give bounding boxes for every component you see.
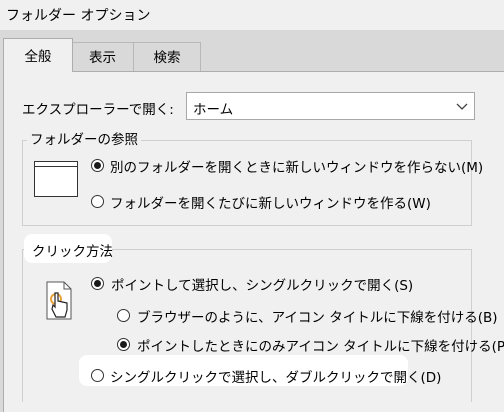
explorer-open-select[interactable]: ホーム bbox=[186, 92, 475, 120]
option-underline-hover-label: ポイントしたときにのみアイコン タイトルに下線を付ける(P) bbox=[137, 339, 504, 355]
radio-single-click[interactable] bbox=[91, 277, 104, 290]
tab-search[interactable]: 検索 bbox=[133, 42, 201, 71]
window-preview-icon bbox=[34, 161, 78, 197]
option-double-click-label: シングルクリックで選択し、ダブルクリックで開く(D) bbox=[110, 370, 442, 386]
radio-new-window[interactable] bbox=[91, 195, 104, 208]
radio-double-click[interactable] bbox=[91, 369, 104, 382]
browse-folders-group bbox=[22, 140, 472, 226]
window-title: フォルダー オプション bbox=[6, 8, 151, 24]
option-underline-always-label: ブラウザーのように、アイコン タイトルに下線を付ける(B) bbox=[137, 310, 498, 326]
tab-view[interactable]: 表示 bbox=[70, 42, 135, 71]
click-method-title: クリック方法 bbox=[32, 244, 113, 260]
option-same-window-label: 別のフォルダーを開くときに新しいウィンドウを作らない(M) bbox=[110, 160, 484, 176]
radio-underline-hover[interactable] bbox=[117, 338, 130, 351]
tab-general[interactable]: 全般 bbox=[3, 38, 73, 72]
explorer-open-label: エクスプローラーで開く: bbox=[22, 102, 174, 118]
browse-folders-title: フォルダーの参照 bbox=[27, 128, 141, 148]
explorer-open-value: ホーム bbox=[193, 102, 234, 118]
option-single-click-label: ポイントして選択し、シングルクリックで開く(S) bbox=[111, 278, 414, 294]
title-bar: フォルダー オプション bbox=[0, 0, 504, 30]
radio-same-window[interactable] bbox=[91, 159, 104, 172]
hand-pointer-icon bbox=[44, 279, 74, 327]
radio-underline-always[interactable] bbox=[117, 309, 130, 322]
option-new-window-label: フォルダーを開くたびに新しいウィンドウを作る(W) bbox=[110, 196, 431, 212]
chevron-down-icon bbox=[456, 100, 468, 116]
